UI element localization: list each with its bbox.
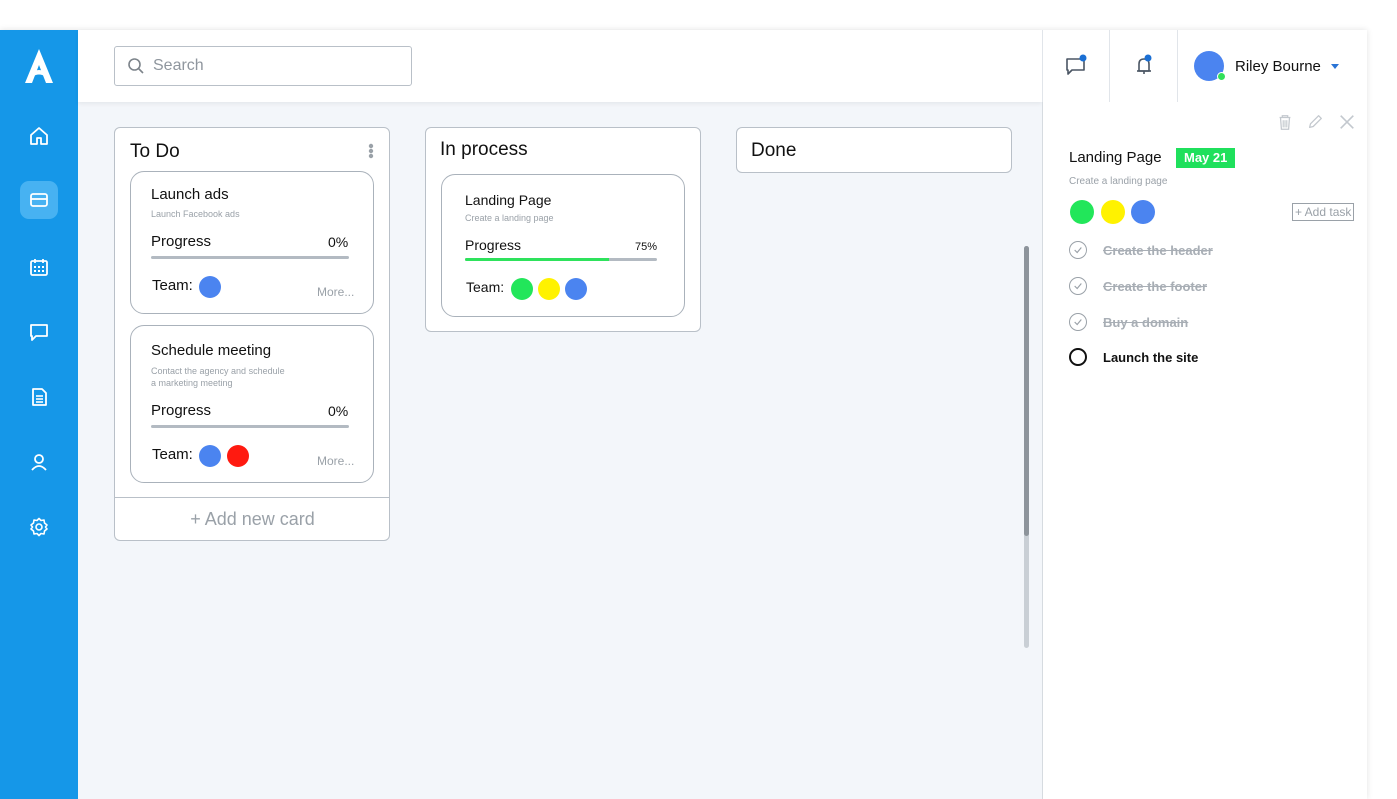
top-bar [78, 30, 1042, 102]
task-subtitle: Create a landing page [1069, 176, 1168, 187]
task-title: Landing Page [1069, 149, 1162, 166]
pencil-icon[interactable] [1305, 112, 1325, 132]
task-label: Create the header [1103, 242, 1213, 258]
progress-label: Progress [151, 233, 212, 250]
scrollbar-thumb[interactable] [1024, 246, 1029, 536]
card-title: Launch ads [151, 186, 229, 203]
checkmark-icon[interactable] [1069, 313, 1087, 331]
kebab-menu-icon[interactable] [368, 143, 374, 159]
team-member-avatar [1101, 200, 1125, 224]
app-logo[interactable] [22, 47, 56, 85]
task-card[interactable]: Schedule meeting Contact the agency and … [130, 325, 374, 483]
more-link[interactable]: More... [317, 285, 354, 299]
progress-bar [151, 256, 349, 259]
progress-value: 0% [328, 234, 349, 250]
add-new-card-button[interactable]: + Add new card [115, 497, 390, 541]
task-card[interactable]: Launch ads Launch Facebook ads Progress … [130, 171, 374, 314]
team-label: Team: [466, 279, 505, 295]
search-icon [128, 58, 144, 74]
notifications-button[interactable] [1110, 30, 1178, 102]
team-member-avatar [199, 445, 221, 467]
task-item[interactable]: Buy a domain [1069, 311, 1188, 333]
column-todo: To Do Launch ads Launch Facebook ads Pro… [114, 127, 390, 541]
task-item[interactable]: Create the footer [1069, 275, 1207, 297]
task-card[interactable]: Landing Page Create a landing page Progr… [441, 174, 685, 317]
progress-bar [465, 258, 657, 261]
team-member-avatar [1131, 200, 1155, 224]
team-member-avatar [199, 276, 221, 298]
progress-label: Progress [151, 402, 212, 419]
board-scrollbar[interactable] [1024, 246, 1029, 648]
column-title: In process [440, 139, 528, 160]
progress-bar [151, 425, 349, 428]
calendar-icon[interactable] [20, 248, 58, 286]
team-member-avatar [538, 278, 560, 300]
task-label: Buy a domain [1103, 314, 1189, 330]
progress-value: 75% [635, 241, 658, 253]
add-task-button[interactable]: + Add task [1292, 203, 1355, 221]
home-icon[interactable] [20, 117, 58, 155]
search-input[interactable] [153, 57, 393, 75]
column-title: To Do [130, 141, 180, 162]
card-subtitle-line-2: a marketing meeting [151, 378, 233, 388]
online-indicator [1217, 72, 1226, 81]
progress-value: 0% [328, 403, 349, 419]
close-icon[interactable] [1337, 112, 1357, 132]
app-window: Riley Bourne To Do Launch ads Launch Fac… [0, 30, 1367, 799]
task-item[interactable]: Launch the site [1069, 346, 1198, 368]
checkmark-icon[interactable] [1069, 241, 1087, 259]
empty-circle-icon[interactable] [1069, 348, 1087, 366]
card-subtitle-line-1: Contact the agency and schedule [151, 366, 285, 376]
card-subtitle: Create a landing page [465, 213, 554, 223]
sidebar [0, 30, 78, 799]
team-member-avatar [565, 278, 587, 300]
chat-icon [1066, 54, 1087, 75]
card-title: Landing Page [465, 192, 552, 208]
card-subtitle: Launch Facebook ads [151, 209, 240, 219]
due-date-badge: May 21 [1176, 148, 1236, 168]
user-icon[interactable] [20, 443, 58, 481]
progress-fill [465, 258, 609, 261]
team-member-avatar [1070, 200, 1094, 224]
team-label: Team: [152, 446, 193, 463]
top-right-bar: Riley Bourne [1042, 30, 1367, 102]
column-done: Done [736, 127, 1012, 173]
bell-icon [1136, 54, 1151, 74]
board-icon[interactable] [20, 181, 58, 219]
checkmark-icon[interactable] [1069, 277, 1087, 295]
messages-icon[interactable] [20, 313, 58, 351]
team-member-avatar [511, 278, 533, 300]
chevron-down-icon [1330, 63, 1339, 69]
document-icon[interactable] [20, 378, 58, 416]
task-item[interactable]: Create the header [1069, 239, 1213, 261]
task-label: Create the footer [1103, 278, 1208, 294]
task-label: Launch the site [1103, 349, 1199, 365]
avatar [1194, 51, 1226, 81]
settings-icon[interactable] [20, 508, 58, 546]
trash-icon[interactable] [1275, 112, 1295, 132]
column-title: Done [751, 140, 797, 161]
card-title: Schedule meeting [151, 342, 272, 359]
task-detail-panel: Landing Page May 21 Create a landing pag… [1042, 102, 1367, 799]
search-box [114, 46, 412, 86]
user-name: Riley Bourne [1235, 57, 1321, 75]
team-member-avatar [227, 445, 249, 467]
more-link[interactable]: More... [317, 454, 354, 468]
column-in-process: In process Landing Page Create a landing… [425, 127, 701, 332]
chat-button[interactable] [1043, 30, 1110, 102]
user-menu[interactable]: Riley Bourne [1178, 30, 1368, 102]
progress-label: Progress [465, 237, 522, 253]
team-label: Team: [152, 277, 193, 294]
